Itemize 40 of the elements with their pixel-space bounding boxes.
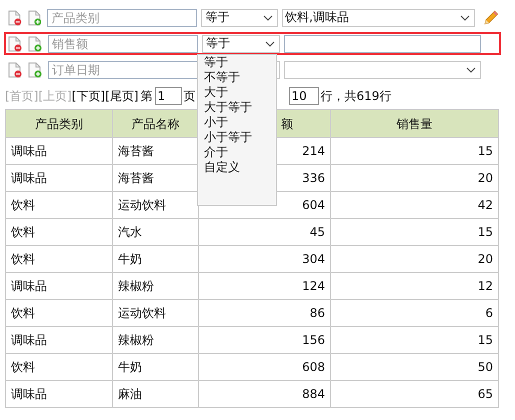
table-cell: 50 <box>330 354 498 380</box>
table-cell: 辣椒粉 <box>112 326 198 354</box>
table-cell: 调味品 <box>6 272 112 300</box>
table-cell: 饮料 <box>6 192 112 218</box>
column-header: 产品名称 <box>112 110 198 138</box>
table-cell: 304 <box>198 246 330 272</box>
table-cell: 饮料 <box>6 300 112 326</box>
table-cell: 608 <box>198 354 330 380</box>
table-cell: 15 <box>330 138 498 164</box>
table-cell: 20 <box>330 164 498 192</box>
table-cell: 饮料 <box>6 354 112 380</box>
table-cell: 麻油 <box>112 380 198 408</box>
table-cell: 884 <box>198 380 330 408</box>
total-label: 行，共619行 <box>320 88 392 104</box>
table-cell: 15 <box>330 218 498 246</box>
table-cell: 45 <box>198 218 330 246</box>
table-cell: 124 <box>198 272 330 300</box>
table-cell: 调味品 <box>6 380 112 408</box>
table-cell: 运动饮料 <box>112 300 198 326</box>
page-label: 页 <box>184 88 196 104</box>
table-cell: 汽水 <box>112 218 198 246</box>
table-cell: 86 <box>198 300 330 326</box>
table-cell: 牛奶 <box>112 354 198 380</box>
table-cell: 12 <box>330 272 498 300</box>
table-cell: 饮料 <box>6 246 112 272</box>
table-cell: 6 <box>330 300 498 326</box>
table-cell: 辣椒粉 <box>112 272 198 300</box>
table-cell: 调味品 <box>6 164 112 192</box>
table-cell: 156 <box>198 326 330 354</box>
page-label: 第 <box>140 88 152 104</box>
table-cell: 65 <box>330 380 498 408</box>
table-cell: 15 <box>330 326 498 354</box>
table-cell: 20 <box>330 246 498 272</box>
table-cell: 调味品 <box>6 138 112 164</box>
table-cell: 牛奶 <box>112 246 198 272</box>
column-header: 产品类别 <box>6 110 112 138</box>
table-cell: 42 <box>330 192 498 218</box>
column-header: 销售量 <box>330 110 498 138</box>
table-cell: 调味品 <box>6 326 112 354</box>
table-cell: 饮料 <box>6 218 112 246</box>
